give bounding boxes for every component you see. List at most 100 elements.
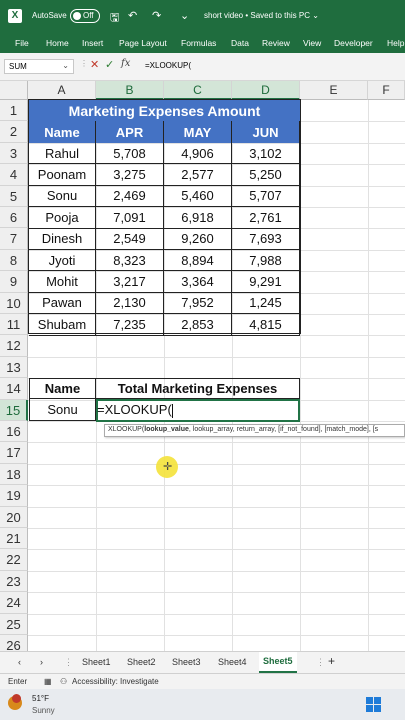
- row-header-20[interactable]: 20: [0, 506, 28, 528]
- customize-toolbar-icon[interactable]: ⌄: [180, 9, 189, 22]
- sheet-tab-2[interactable]: Sheet2: [127, 657, 156, 667]
- name-box-value: SUM: [9, 62, 27, 71]
- weather-icon[interactable]: [8, 694, 22, 710]
- gridline: [28, 506, 405, 508]
- row-header-7[interactable]: 7: [0, 228, 28, 250]
- more-sheets-right-icon[interactable]: ⋮: [316, 657, 325, 668]
- prev-sheet-icon[interactable]: ‹: [18, 657, 21, 667]
- macro-record-icon[interactable]: ▦: [44, 677, 52, 686]
- lookup-total-header[interactable]: Total Marketing Expenses: [96, 378, 300, 399]
- more-sheets-icon[interactable]: ⋮: [64, 657, 73, 668]
- formula-input[interactable]: =XLOOKUP(: [145, 61, 191, 70]
- tab-help[interactable]: Help: [387, 38, 404, 48]
- tab-insert[interactable]: Insert: [82, 38, 103, 48]
- row-header-17[interactable]: 17: [0, 442, 28, 464]
- tab-review[interactable]: Review: [262, 38, 290, 48]
- gridline: [28, 356, 405, 358]
- cell-edit-text[interactable]: =XLOOKUP(: [97, 402, 173, 418]
- status-mode: Enter: [8, 677, 28, 686]
- column-header-f[interactable]: F: [368, 81, 405, 100]
- tab-file[interactable]: File: [15, 38, 29, 48]
- worksheet-grid[interactable]: A B C D E F 1 2 3 4 5 6 7 8 9 10 11 12 13 14 15 16 17 18 1…: [0, 81, 405, 651]
- tab-developer[interactable]: Developer: [334, 38, 373, 48]
- redo-icon[interactable]: ↷: [152, 9, 161, 22]
- tab-view[interactable]: View: [303, 38, 321, 48]
- row-header-5[interactable]: 5: [0, 185, 28, 207]
- cross-cursor-icon: ✛: [163, 461, 173, 473]
- row-header-13[interactable]: 13: [0, 356, 28, 379]
- gridline: [28, 549, 405, 551]
- row-header-25[interactable]: 25: [0, 613, 28, 635]
- cancel-icon[interactable]: ✕: [90, 58, 99, 71]
- row-header-10[interactable]: 10: [0, 292, 28, 314]
- status-bar: Enter ▦ ⚇ Accessibility: Investigate: [0, 673, 405, 689]
- row-header-6[interactable]: 6: [0, 207, 28, 229]
- row-header-1[interactable]: 1: [0, 100, 28, 122]
- taskbar: 51°F Sunny: [0, 689, 405, 720]
- row-header-8[interactable]: 8: [0, 249, 28, 272]
- gridline: [28, 528, 405, 529]
- row-header-16[interactable]: 16: [0, 421, 28, 443]
- accessibility-icon[interactable]: ⚇: [60, 677, 67, 686]
- ribbon-tabs: File Home Insert Page Layout Formulas Da…: [0, 33, 405, 53]
- row-header-12[interactable]: 12: [0, 335, 28, 357]
- lookup-name-value[interactable]: Sonu: [29, 399, 96, 421]
- gridline: [28, 485, 405, 487]
- sheet-tab-3[interactable]: Sheet3: [172, 657, 201, 667]
- row-header-3[interactable]: 3: [0, 142, 28, 165]
- toggle-knob: [73, 12, 81, 20]
- chevron-down-icon: ⌄: [62, 61, 69, 70]
- save-icon[interactable]: 🖫: [110, 9, 119, 28]
- column-header-d[interactable]: D: [232, 81, 300, 100]
- gridline: [28, 635, 405, 636]
- undo-icon[interactable]: ↶: [128, 9, 137, 22]
- table-border: [28, 99, 301, 334]
- autosave-toggle[interactable]: Off: [70, 9, 100, 23]
- gridline: [28, 463, 405, 465]
- name-box[interactable]: SUM ⌄: [4, 59, 74, 74]
- insert-function-icon[interactable]: fx: [121, 58, 130, 69]
- row-header-15[interactable]: 15: [0, 399, 28, 421]
- tab-page-layout[interactable]: Page Layout: [119, 38, 167, 48]
- accessibility-status[interactable]: Accessibility: Investigate: [72, 677, 159, 686]
- function-tooltip: XLOOKUP(lookup_value, lookup_array, retu…: [104, 424, 405, 437]
- row-header-2[interactable]: 2: [0, 121, 28, 143]
- row-header-24[interactable]: 24: [0, 592, 28, 614]
- column-header-c[interactable]: C: [164, 81, 232, 100]
- gridline: [28, 613, 405, 615]
- document-title[interactable]: short video • Saved to this PC ⌄: [204, 11, 319, 20]
- row-header-11[interactable]: 11: [0, 314, 28, 336]
- row-header-9[interactable]: 9: [0, 271, 28, 293]
- select-all-corner[interactable]: [0, 81, 28, 100]
- sheet-tab-5-active[interactable]: Sheet5: [259, 652, 297, 673]
- autosave-label: AutoSave: [32, 11, 67, 20]
- row-header-21[interactable]: 21: [0, 528, 28, 550]
- windows-start-icon[interactable]: [366, 697, 382, 713]
- sheet-tab-4[interactable]: Sheet4: [218, 657, 247, 667]
- column-header-a[interactable]: A: [28, 81, 96, 100]
- enter-icon[interactable]: ✓: [105, 58, 114, 71]
- weather-temperature[interactable]: 51°F: [32, 694, 49, 703]
- lookup-name-header[interactable]: Name: [29, 378, 96, 399]
- add-sheet-icon[interactable]: +: [328, 654, 335, 668]
- title-bar: X AutoSave Off 🖫 ↶ ↷ ⌄ short video • Sav…: [0, 0, 405, 33]
- row-header-23[interactable]: 23: [0, 570, 28, 593]
- row-header-22[interactable]: 22: [0, 549, 28, 571]
- next-sheet-icon[interactable]: ›: [40, 657, 43, 667]
- tab-home[interactable]: Home: [46, 38, 69, 48]
- row-header-26[interactable]: 26: [0, 635, 28, 651]
- tab-formulas[interactable]: Formulas: [181, 38, 216, 48]
- toggle-state: Off: [83, 11, 94, 20]
- weather-condition[interactable]: Sunny: [32, 706, 55, 715]
- row-header-4[interactable]: 4: [0, 164, 28, 186]
- gridline: [28, 442, 405, 444]
- sheet-tab-1[interactable]: Sheet1: [82, 657, 111, 667]
- row-header-14[interactable]: 14: [0, 378, 28, 400]
- row-header-19[interactable]: 19: [0, 485, 28, 507]
- column-header-b[interactable]: B: [96, 81, 164, 100]
- tab-data[interactable]: Data: [231, 38, 249, 48]
- excel-logo-icon: X: [8, 9, 22, 23]
- column-header-e[interactable]: E: [300, 81, 368, 100]
- formula-bar: SUM ⌄ ⋮ ✕ ✓ fx =XLOOKUP(: [0, 53, 405, 81]
- row-header-18[interactable]: 18: [0, 463, 28, 486]
